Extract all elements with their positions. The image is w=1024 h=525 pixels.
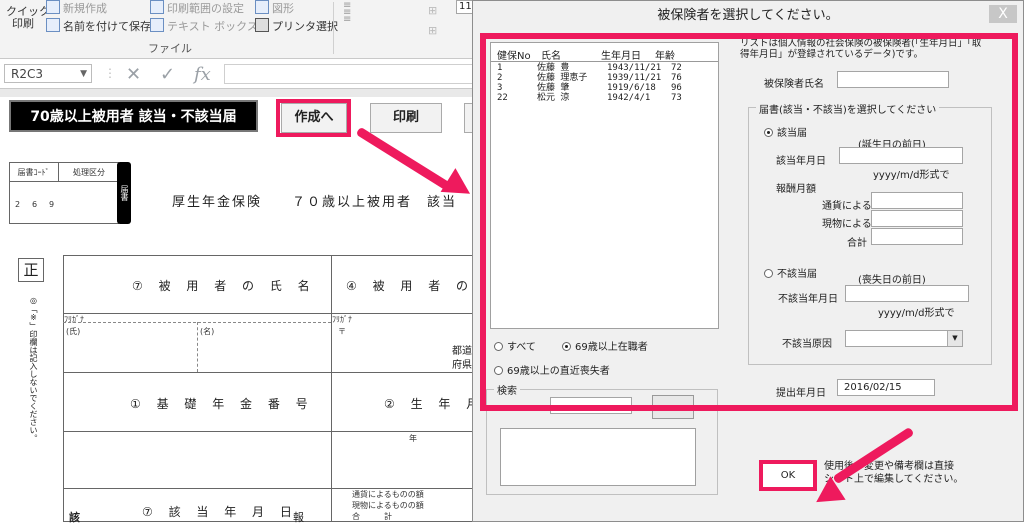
close-icon[interactable]: X [989, 5, 1017, 23]
insert-function-icon[interactable]: fx [194, 64, 211, 85]
postal-mark: 〒 [338, 327, 346, 336]
code-header-2: 処理区分 [59, 162, 119, 182]
new-file-button[interactable]: 新規作成 [46, 0, 107, 16]
form-line [63, 313, 475, 314]
arrow-to-dialog [355, 126, 452, 192]
mei-label: (名) [200, 327, 215, 336]
name-box[interactable]: R2C3 ▼ [4, 64, 92, 83]
highlight-frame [480, 33, 1018, 411]
cancel-icon[interactable]: ✕ [126, 64, 141, 85]
shi-label: (氏) [66, 327, 81, 336]
print-button[interactable]: 印刷 [370, 103, 442, 133]
nen-label: 年 [409, 434, 417, 443]
code-header-1: 届書ｺｰﾄﾞ [9, 162, 59, 182]
total-row-label: 合 計 [352, 512, 392, 521]
form-table [63, 255, 475, 522]
col-name-label: ⑦ 被 用 者 の 氏 名 [132, 279, 316, 293]
printer-icon [255, 18, 269, 32]
ribbon-divider [333, 2, 334, 54]
side-tab: 届書 [117, 162, 131, 224]
code-digit-2: 6 [32, 200, 38, 209]
form-divider [331, 255, 332, 522]
col-pension-label: ① 基 礎 年 金 番 号 [130, 397, 314, 411]
ribbon-group-file: ファイル [148, 42, 192, 55]
chevron-down-icon[interactable]: ▼ [80, 65, 87, 84]
formula-input[interactable] [224, 64, 474, 84]
to-do-label: 都道 [452, 346, 472, 357]
save-icon [46, 18, 60, 32]
create-button-highlight [276, 99, 351, 137]
fu-ken-label: 府県 [452, 360, 472, 371]
save-as-button[interactable]: 名前を付けて保存 [46, 18, 151, 34]
print-area-icon [150, 0, 164, 14]
goods-row-label: 現物によるものの額 [352, 501, 424, 510]
enter-icon[interactable]: ✓ [160, 64, 175, 85]
sheet-title: 70歳以上被用者 該当・不該当届 [9, 100, 258, 132]
align-icon[interactable]: ≡ ≡ ≡ [343, 1, 351, 25]
printer-select-button[interactable]: プリンタ選択 [255, 18, 338, 34]
shapes-button[interactable]: 図形 [255, 0, 294, 16]
form-line [63, 431, 475, 432]
hou-label: 報 [293, 511, 304, 524]
new-file-icon [46, 0, 60, 14]
col-applicable-label: ⑦ 該 当 年 月 日 [142, 505, 298, 519]
form-line [63, 372, 475, 373]
quick-print-button[interactable]: クイック 印刷 [6, 6, 50, 30]
furigana-label: ﾌﾘｶﾞﾅ [332, 315, 352, 324]
dialog-title: 被保険者を選択してください。 [473, 1, 1023, 31]
gai-label: 該 [69, 511, 80, 524]
drag-handle-icon[interactable]: ⋮ [104, 66, 116, 80]
remark-vertical: ◎「※」印欄は記入しないでください。 [29, 296, 38, 442]
ok-button[interactable]: OK [759, 460, 817, 491]
print-area-button[interactable]: 印刷範囲の設定 [150, 0, 244, 16]
merge-icon[interactable]: ⊞ [428, 4, 437, 17]
form-heading: 厚生年金保険 ７０歳以上被用者 該当 [172, 195, 458, 210]
form-dashed-line [197, 322, 199, 372]
shapes-icon [255, 0, 269, 14]
code-digit-1: 2 [15, 200, 21, 209]
text-box-icon [150, 18, 164, 32]
search-results[interactable] [500, 428, 696, 486]
sei-mark: 正 [18, 258, 44, 282]
grid-icon[interactable]: ⊞ [428, 24, 437, 37]
currency-row-label: 通貨によるものの額 [352, 490, 424, 499]
text-box-button[interactable]: テキスト ボックス [150, 18, 258, 34]
code-digit-3: 9 [49, 200, 55, 209]
